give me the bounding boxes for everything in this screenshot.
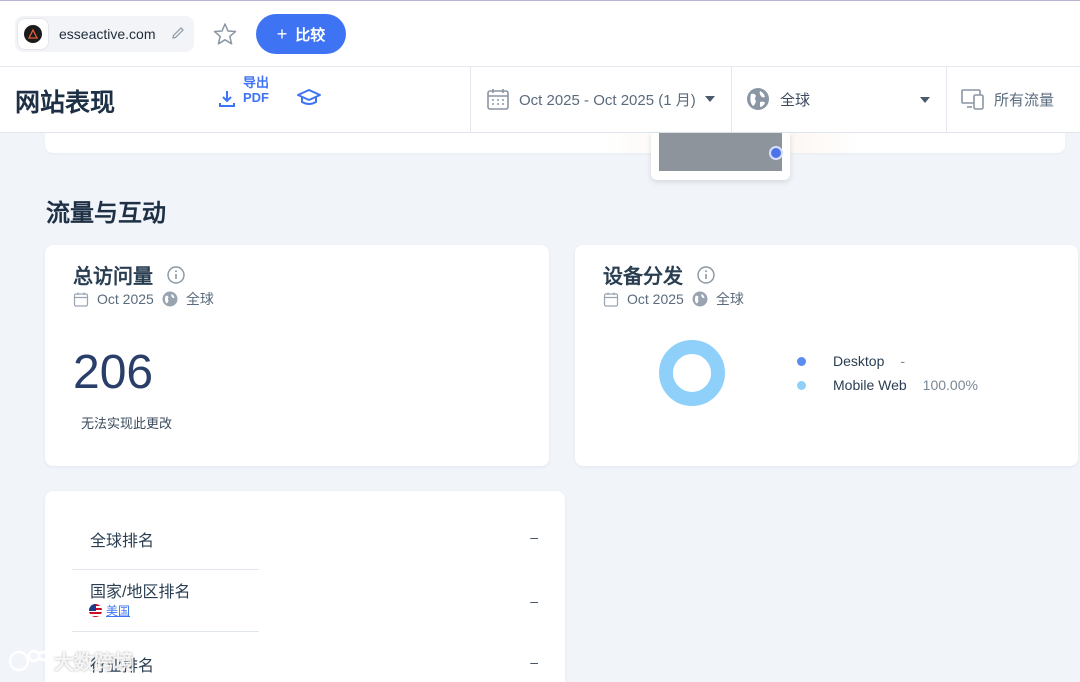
device-donut-chart (659, 340, 725, 406)
total-visits-value: 206 (73, 346, 154, 399)
globe-icon (747, 88, 769, 110)
date-range-selector[interactable]: Oct 2025 - Oct 2025 (1 月) (486, 87, 715, 111)
calendar-icon (603, 292, 619, 307)
card-title-text: 总访问量 (73, 266, 153, 288)
region-selector[interactable]: 全球 (746, 87, 810, 111)
legend-value: - (900, 353, 906, 369)
calendar-icon (487, 89, 509, 110)
device-distribution-card: 设备分发 Oct 2025 全球 Desktop - Mobile Web 10… (575, 245, 1078, 466)
legend-item-mobile-web: Mobile Web 100.00% (797, 373, 978, 397)
plus-icon: + (276, 23, 288, 44)
country-link[interactable]: 美国 (89, 602, 130, 619)
top-bar: esseactive.com + 比较 (0, 0, 1080, 67)
preview-thumbnail[interactable] (651, 133, 790, 180)
rank-label: 国家/地区排名 (90, 584, 191, 601)
meta-region: 全球 (185, 291, 214, 307)
compare-label: 比较 (295, 26, 326, 44)
page-title: 网站表现 (15, 89, 116, 117)
graduation-cap-icon[interactable] (296, 87, 322, 114)
card-title-text: 设备分发 (603, 266, 683, 288)
divider (72, 631, 259, 632)
chart-legend: Desktop - Mobile Web 100.00% (797, 349, 978, 397)
calendar-icon (73, 292, 89, 307)
globe-icon (692, 291, 708, 307)
legend-dot (797, 380, 806, 390)
header-divider (731, 67, 732, 133)
legend-item-desktop: Desktop - (797, 349, 978, 373)
edit-pencil-icon[interactable] (170, 25, 186, 46)
meta-date: Oct 2025 (627, 291, 684, 307)
favorite-star-icon[interactable] (212, 22, 238, 51)
card-meta: Oct 2025 全球 (73, 289, 214, 309)
card-title: 总访问量 (73, 260, 185, 289)
domain-chip[interactable]: esseactive.com (15, 16, 194, 52)
header-divider (946, 67, 947, 133)
legend-label: Mobile Web (833, 377, 907, 393)
info-icon[interactable] (167, 265, 185, 284)
region-value: 全球 (780, 91, 811, 109)
total-visits-card: 总访问量 Oct 2025 全球 206 无法实现此更改 (45, 245, 549, 466)
rank-value: – (530, 529, 538, 545)
thumbnail-image (659, 133, 782, 171)
domain-name: esseactive.com (59, 26, 156, 42)
legend-value: 100.00% (922, 377, 978, 393)
donut-slice-mobile-web (659, 340, 725, 406)
globe-icon (162, 291, 178, 307)
compare-button[interactable]: + 比较 (256, 14, 346, 54)
download-icon[interactable] (218, 88, 236, 113)
page-header: 网站表现 导出 PDF Oct 2025 - Oct 2025 (1 月) 全球… (0, 67, 1080, 133)
chevron-down-icon[interactable] (920, 97, 930, 103)
watermark-icon (8, 649, 48, 671)
meta-region: 全球 (715, 291, 744, 307)
export-pdf-button[interactable]: 导出 PDF (240, 75, 272, 105)
traffic-value: 所有流量 (994, 91, 1055, 109)
us-flag-icon (89, 604, 102, 617)
country-link-label: 美国 (106, 604, 131, 618)
site-favicon-icon (17, 18, 49, 50)
card-title: 设备分发 (603, 260, 715, 289)
legend-dot (797, 356, 806, 366)
info-icon[interactable] (697, 265, 715, 284)
watermark-text: 大数跨境 (54, 652, 134, 674)
previous-card-bottom (45, 133, 1065, 153)
rank-label: 全球排名 (90, 533, 155, 550)
rank-value: – (530, 593, 538, 609)
chevron-down-icon (704, 96, 715, 102)
section-title: 流量与互动 (46, 200, 166, 227)
eye-icon[interactable] (769, 146, 783, 160)
traffic-source-selector[interactable]: 所有流量 (960, 87, 1054, 111)
date-range-value: Oct 2025 - Oct 2025 (1 月) (519, 91, 696, 109)
legend-label: Desktop (833, 353, 885, 369)
unavailable-note: 无法实现此更改 (81, 416, 173, 431)
devices-icon (961, 89, 984, 110)
divider (72, 569, 259, 570)
watermark-logo: 大数跨境 (8, 646, 134, 675)
rank-value: – (530, 654, 538, 670)
card-meta: Oct 2025 全球 (603, 289, 744, 309)
header-divider (470, 67, 471, 133)
meta-date: Oct 2025 (97, 291, 154, 307)
